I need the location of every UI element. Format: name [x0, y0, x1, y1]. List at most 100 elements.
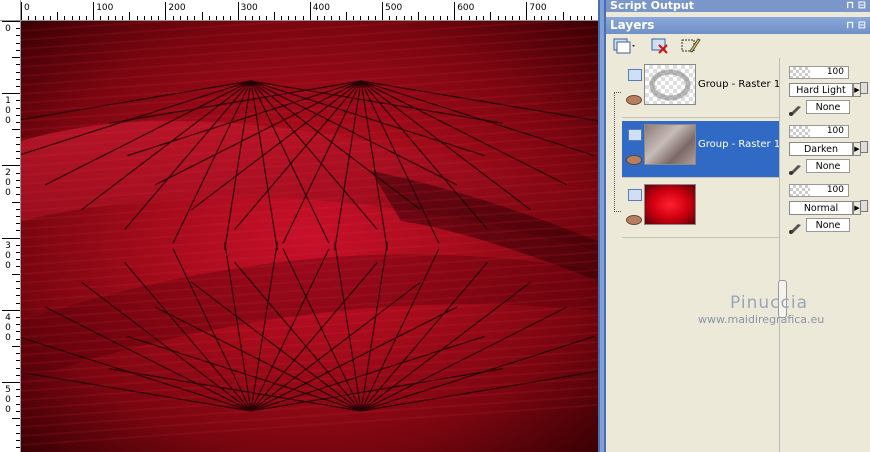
ruler-tick: [468, 16, 470, 20]
script-output-title: Script Output: [610, 0, 695, 12]
ruler-tick: [475, 16, 477, 20]
ruler-tick: [540, 16, 542, 20]
ruler-tick: [396, 16, 398, 20]
blend-mode-select[interactable]: Darken: [789, 142, 853, 156]
layers-title-buttons[interactable]: ⊓ ⊟: [846, 17, 866, 34]
ruler-label: 400: [312, 3, 330, 13]
ruler-label: 0: [5, 24, 11, 34]
blend-mode-select[interactable]: Normal: [789, 201, 853, 215]
opacity-field[interactable]: 100: [789, 184, 849, 197]
ruler-tick: [16, 85, 20, 87]
vertical-ruler: 0 100 200 300 400 500: [0, 20, 21, 452]
ruler-label: 300: [240, 3, 258, 13]
ruler-tick: [16, 410, 20, 412]
layer-row[interactable]: [622, 181, 780, 238]
layer-thumbnail: [644, 64, 696, 105]
ruler-tick: [584, 16, 586, 20]
ruler-tick: [16, 331, 20, 333]
blend-mode-select[interactable]: Hard Light: [789, 83, 853, 97]
script-output-titlebar[interactable]: Script Output ⊓ ⊟: [606, 0, 870, 12]
ruler-tick: [208, 16, 210, 20]
lock-icon[interactable]: [860, 82, 868, 94]
ruler-tick: [273, 12, 275, 20]
layers-panel: Group - Raster 1 100 Hard Light ▶ None G…: [606, 58, 870, 452]
layer-group-icon: [628, 69, 642, 81]
brush-icon[interactable]: [788, 161, 802, 175]
layer-group-icon: [628, 129, 642, 141]
watermark-url: www.maidiregrafica.eu: [698, 313, 825, 326]
new-layer-icon[interactable]: [612, 37, 636, 54]
script-output-title-buttons[interactable]: ⊓ ⊟: [846, 0, 866, 12]
ruler-tick: [432, 16, 434, 20]
ruler-label: 500: [385, 3, 403, 13]
layer-row[interactable]: Group - Raster 1: [622, 61, 780, 118]
ruler-tick: [16, 172, 20, 174]
ruler-tick: [302, 16, 304, 20]
ruler-tick: [12, 201, 20, 203]
window-divider-highlight: [600, 0, 604, 452]
visibility-eye-icon[interactable]: [626, 95, 642, 105]
ruler-label: 100: [5, 96, 11, 127]
ruler-tick: [16, 403, 20, 405]
panel-splitter[interactable]: [779, 58, 786, 452]
ruler-tick: [2, 382, 20, 383]
ruler-tick: [16, 158, 20, 160]
ruler-tick: [16, 396, 20, 398]
image-canvas[interactable]: [21, 21, 598, 452]
ruler-tick: [12, 273, 20, 275]
ruler-tick: [555, 16, 557, 20]
visibility-eye-icon[interactable]: [626, 215, 642, 225]
ruler-tick: [16, 302, 20, 304]
ruler-tick: [57, 12, 59, 20]
delete-layer-icon[interactable]: [650, 37, 670, 54]
lock-icon[interactable]: [860, 200, 868, 212]
lock-icon[interactable]: [860, 141, 868, 153]
ruler-tick: [42, 16, 44, 20]
brush-icon[interactable]: [788, 102, 802, 116]
opacity-field[interactable]: 100: [789, 125, 849, 138]
ruler-tick: [16, 223, 20, 225]
visibility-eye-icon[interactable]: [626, 155, 642, 165]
ruler-tick: [16, 374, 20, 376]
ruler-label: 200: [168, 3, 186, 13]
ruler-tick: [16, 338, 20, 340]
ruler-tick: [223, 16, 225, 20]
ruler-tick: [511, 16, 513, 20]
layer-thumbnail: [644, 184, 696, 225]
ruler-tick: [317, 16, 319, 20]
ruler-tick: [16, 353, 20, 355]
ruler-tick: [439, 16, 441, 20]
brush-icon[interactable]: [788, 220, 802, 234]
mask-select[interactable]: None: [806, 159, 850, 173]
ruler-tick: [331, 16, 333, 20]
ruler-tick: [374, 16, 376, 20]
layers-titlebar[interactable]: Layers ⊓ ⊟: [606, 17, 870, 34]
opacity-field[interactable]: 100: [789, 66, 849, 79]
ruler-tick: [230, 16, 232, 20]
ruler-tick: [280, 16, 282, 20]
ruler-tick: [16, 317, 20, 319]
ruler-tick: [12, 129, 20, 131]
ruler-tick: [425, 16, 427, 20]
ruler-tick: [16, 35, 20, 37]
ruler-tick: [35, 16, 37, 20]
mask-select[interactable]: None: [806, 100, 850, 114]
ruler-label: 600: [457, 3, 475, 13]
ruler-tick: [16, 122, 20, 124]
ruler-tick: [85, 16, 87, 20]
ruler-tick: [16, 266, 20, 268]
ruler-tick: [16, 100, 20, 102]
layer-name: Group - Raster 1: [698, 139, 781, 150]
ruler-tick: [12, 418, 20, 420]
ruler-tick: [446, 16, 448, 20]
mask-select[interactable]: None: [806, 218, 850, 232]
ruler-tick: [360, 16, 362, 20]
layers-toolbar: [606, 34, 870, 58]
edit-selection-icon[interactable]: [680, 37, 702, 54]
ruler-tick: [237, 2, 239, 20]
layer-row-selected[interactable]: Group - Raster 1: [622, 121, 780, 178]
ruler-tick: [16, 64, 20, 66]
ruler-tick: [143, 16, 145, 20]
ruler-tick: [64, 16, 66, 20]
ruler-tick: [295, 16, 297, 20]
